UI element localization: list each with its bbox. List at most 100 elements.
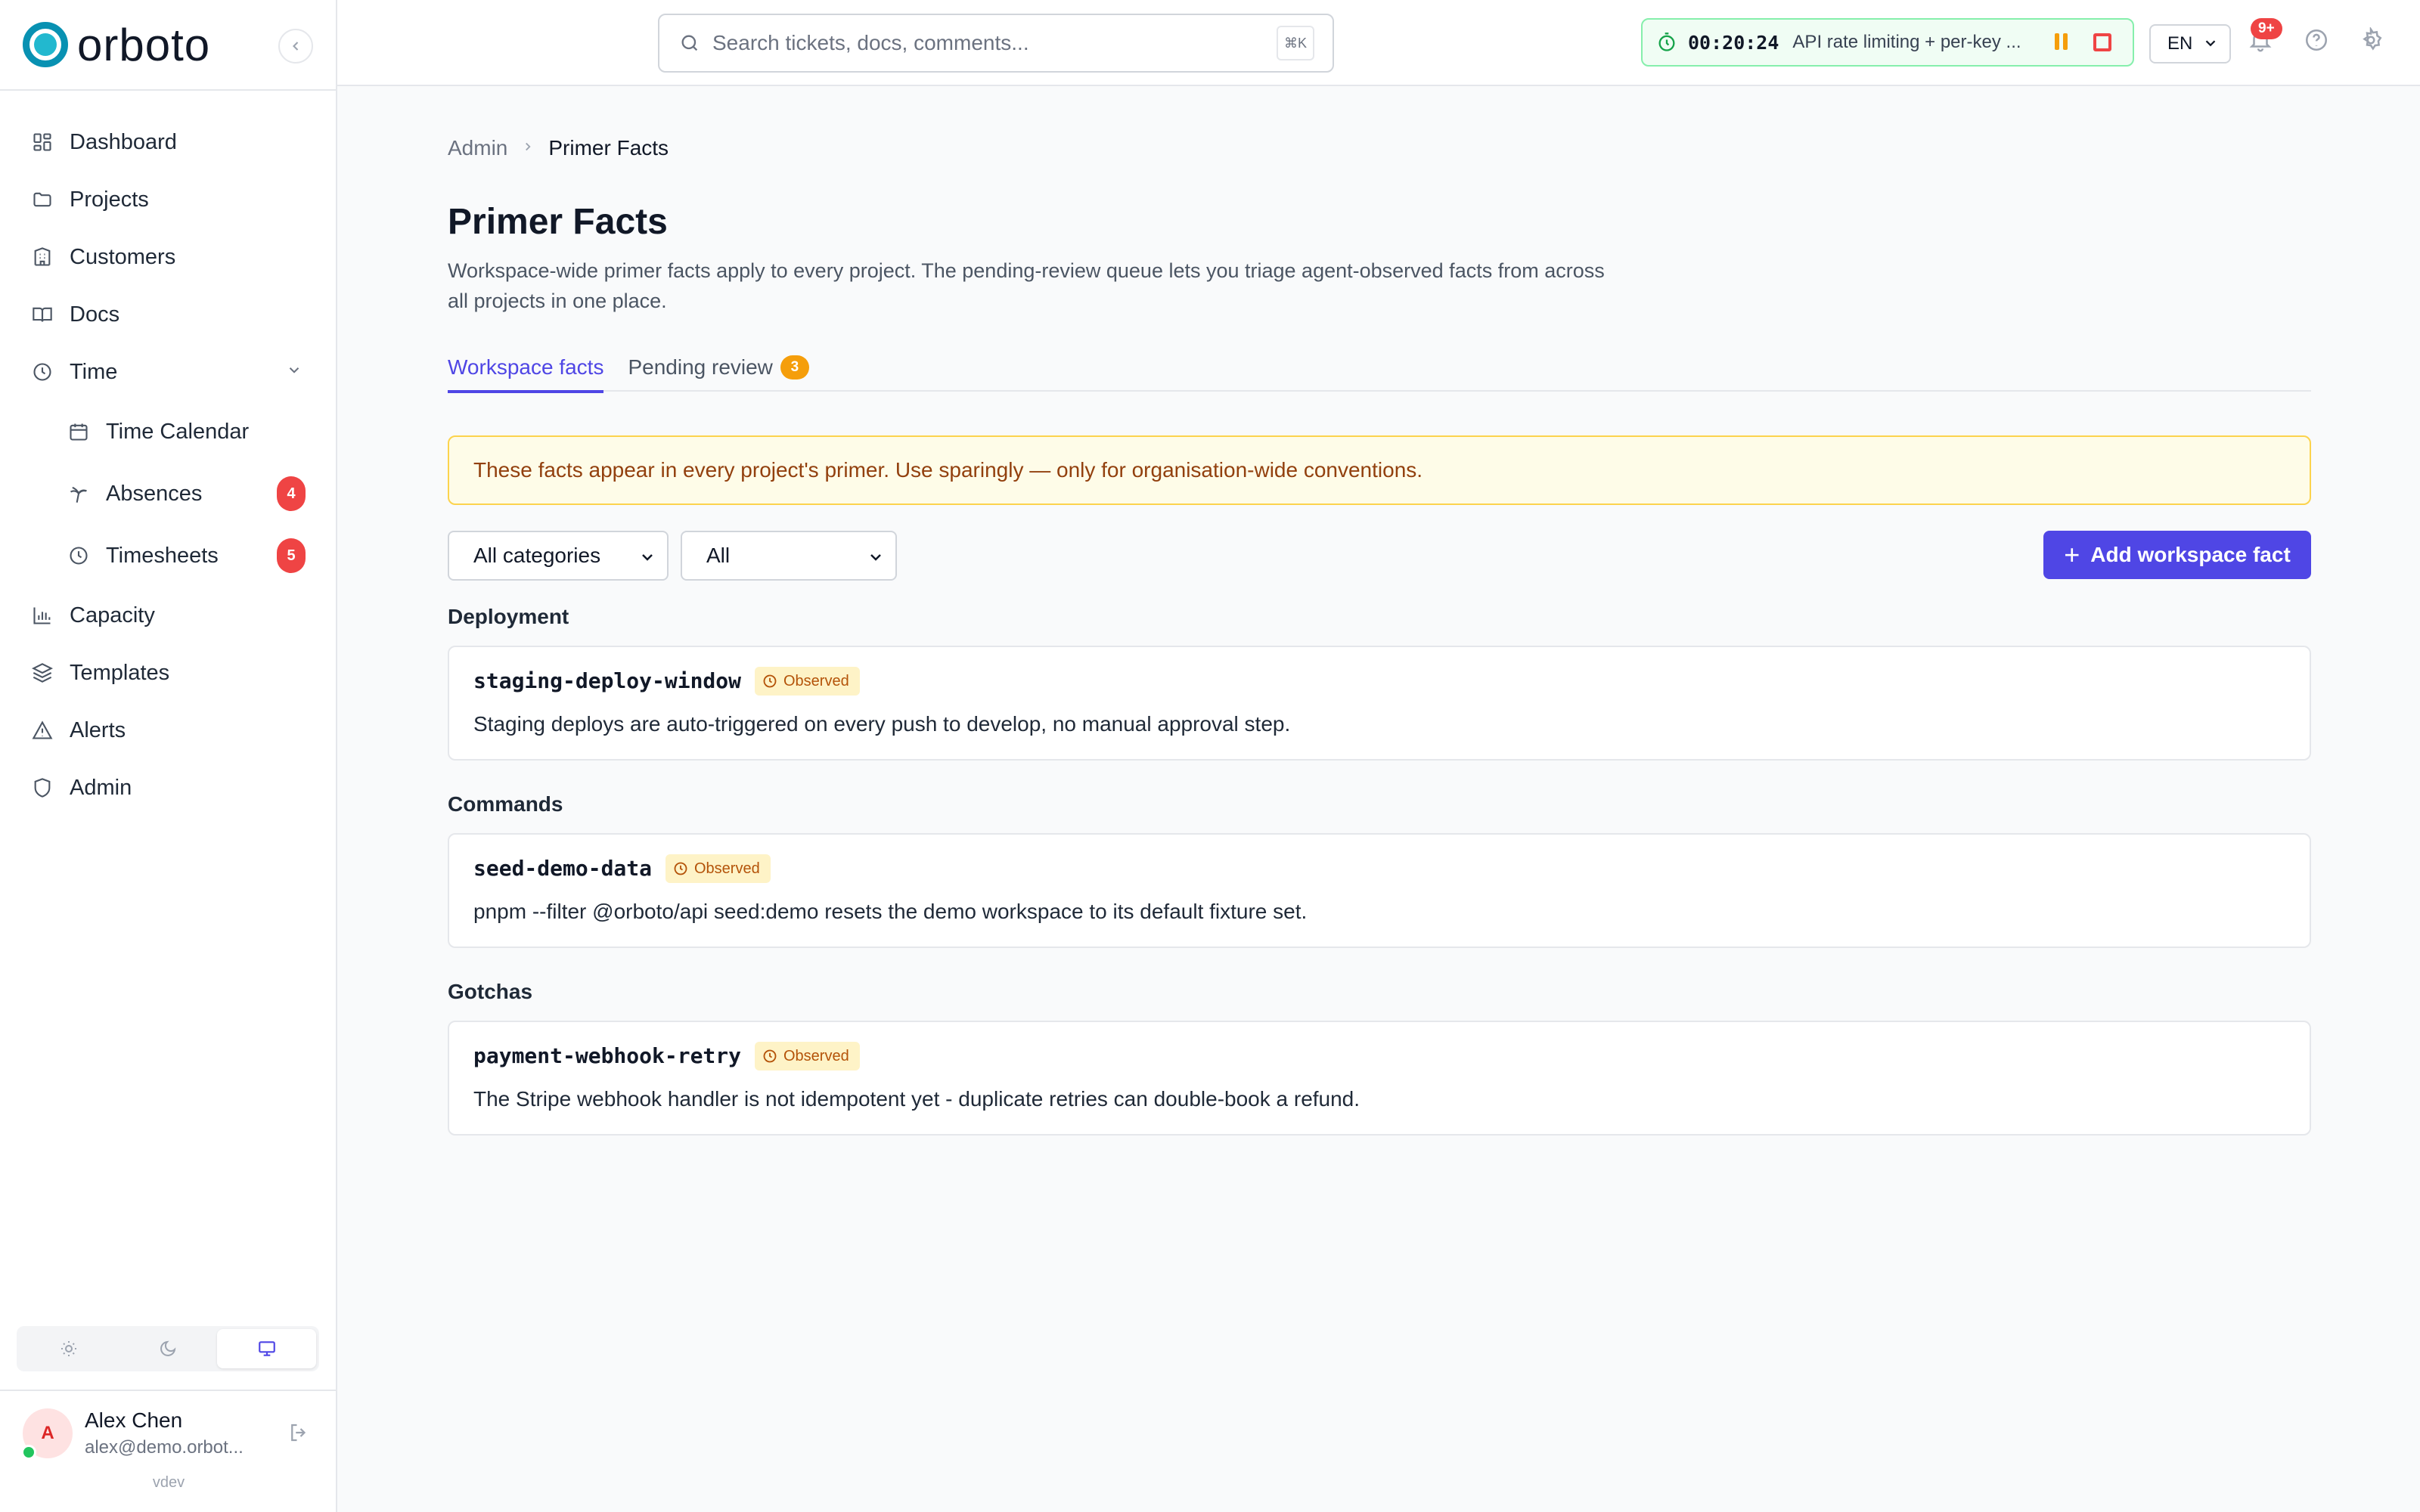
- theme-dark-button[interactable]: [119, 1329, 218, 1368]
- clock-icon: [30, 360, 54, 384]
- app-version: vdev: [152, 1474, 185, 1491]
- fact-key: payment-webhook-retry: [473, 1043, 742, 1068]
- building-icon: [30, 245, 54, 269]
- fact-card[interactable]: payment-webhook-retry Observed The Strip…: [448, 1021, 2311, 1136]
- sidebar-item-customers[interactable]: Customers: [0, 228, 336, 286]
- absences-count-badge: 4: [277, 476, 306, 511]
- clock-icon: [762, 1049, 777, 1064]
- sidebar-item-label: Dashboard: [70, 129, 177, 154]
- breadcrumb-admin-link[interactable]: Admin: [448, 136, 507, 160]
- stop-timer-button[interactable]: [2093, 33, 2111, 51]
- logo-text: orboto: [77, 19, 211, 70]
- theme-light-button[interactable]: [20, 1329, 119, 1368]
- sidebar-item-label: Alerts: [70, 717, 126, 742]
- monitor-icon: [258, 1341, 275, 1356]
- search-placeholder: Search tickets, docs, comments...: [712, 31, 1029, 54]
- status-label: Observed: [783, 672, 849, 689]
- timer-task: API rate limiting + per-key ...: [1792, 32, 2021, 52]
- calendar-icon: [67, 420, 91, 444]
- notifications-badge: 9+: [2251, 18, 2282, 39]
- sidebar-item-capacity[interactable]: Capacity: [0, 587, 336, 644]
- moon-icon: [160, 1340, 176, 1356]
- add-workspace-fact-button[interactable]: + Add workspace fact: [2043, 531, 2311, 579]
- avatar-initial: A: [41, 1423, 54, 1443]
- breadcrumb: Admin Primer Facts: [448, 136, 669, 160]
- sidebar-item-label: Admin: [70, 775, 132, 800]
- sidebar-item-docs[interactable]: Docs: [0, 286, 336, 343]
- status-filter-select[interactable]: All: [681, 531, 897, 581]
- sidebar-item-label: Time Calendar: [106, 419, 250, 444]
- status-label: Observed: [783, 1047, 849, 1064]
- fact-key: staging-deploy-window: [473, 668, 742, 693]
- user-profile: A Alex Chen alex@demo.orbot...: [21, 1405, 318, 1462]
- fact-text: The Stripe webhook handler is not idempo…: [473, 1087, 1360, 1111]
- folder-icon: [30, 187, 54, 212]
- search-shortcut: ⌘K: [1277, 26, 1314, 60]
- tab-label: Workspace facts: [448, 355, 604, 379]
- fact-key: seed-demo-data: [473, 856, 653, 881]
- sidebar-item-dashboard[interactable]: Dashboard: [0, 113, 336, 171]
- add-button-label: Add workspace fact: [2090, 543, 2291, 566]
- sun-icon: [61, 1341, 77, 1356]
- book-icon: [30, 302, 54, 327]
- logout-button[interactable]: [287, 1421, 310, 1448]
- sidebar-item-time-calendar[interactable]: Time Calendar: [0, 401, 336, 463]
- sidebar-item-label: Timesheets: [106, 543, 219, 568]
- sidebar-item-admin[interactable]: Admin: [0, 759, 336, 816]
- tab-workspace-facts[interactable]: Workspace facts: [448, 343, 604, 393]
- logout-icon: [291, 1424, 306, 1442]
- clock-icon: [673, 861, 688, 876]
- chevron-down-icon: [286, 360, 302, 385]
- filters: All categories All: [448, 531, 897, 581]
- chevron-down-icon: [2202, 35, 2219, 57]
- sidebar-item-projects[interactable]: Projects: [0, 171, 336, 228]
- breadcrumb-current: Primer Facts: [548, 136, 669, 160]
- shield-icon: [30, 776, 54, 800]
- dashboard-icon: [30, 130, 54, 154]
- status-badge: Observed: [666, 854, 771, 883]
- category-filter-select[interactable]: All categories: [448, 531, 669, 581]
- timesheets-count-badge: 5: [277, 538, 306, 573]
- group-title-gotchas: Gotchas: [448, 980, 533, 1003]
- collapse-sidebar-button[interactable]: [278, 29, 313, 64]
- search-input[interactable]: Search tickets, docs, comments... ⌘K: [658, 14, 1334, 73]
- sidebar-item-label: Customers: [70, 244, 176, 269]
- sidebar-item-label: Templates: [70, 660, 170, 685]
- sidebar-item-time[interactable]: Time: [0, 343, 336, 401]
- page-title: Primer Facts: [448, 202, 668, 242]
- sidebar-item-timesheets[interactable]: Timesheets 5: [0, 525, 336, 587]
- online-status-dot: [21, 1445, 36, 1460]
- chevron-down-icon: [638, 547, 656, 572]
- pending-review-count-badge: 3: [780, 355, 809, 380]
- help-icon: [2305, 29, 2328, 51]
- fact-card[interactable]: staging-deploy-window Observed Staging d…: [448, 646, 2311, 761]
- tab-pending-review[interactable]: Pending review 3: [628, 343, 809, 392]
- chevron-down-icon: [867, 547, 885, 572]
- page-description: Workspace-wide primer facts apply to eve…: [448, 259, 1605, 312]
- help-button[interactable]: [2304, 27, 2329, 57]
- tab-label: Pending review: [628, 355, 773, 379]
- language-select[interactable]: EN: [2149, 24, 2231, 64]
- fact-text: Staging deploys are auto-triggered on ev…: [473, 712, 1291, 736]
- theme-system-button[interactable]: [217, 1329, 317, 1368]
- group-title-deployment: Deployment: [448, 605, 569, 628]
- fact-text: pnpm --filter @orboto/api seed:demo rese…: [473, 900, 1308, 923]
- status-label: Observed: [694, 860, 760, 877]
- fact-card[interactable]: seed-demo-data Observed pnpm --filter @o…: [448, 833, 2311, 948]
- sidebar-item-templates[interactable]: Templates: [0, 644, 336, 702]
- theme-switcher: [17, 1326, 319, 1371]
- pause-timer-button[interactable]: [2055, 33, 2068, 50]
- layers-icon: [30, 661, 54, 685]
- clock-icon: [762, 674, 777, 689]
- sidebar-nav: Dashboard Projects Customers Docs Time T…: [0, 91, 336, 816]
- chevron-left-icon: [293, 42, 299, 51]
- sidebar-item-absences[interactable]: Absences 4: [0, 463, 336, 525]
- settings-button[interactable]: [2358, 26, 2384, 57]
- sidebar-item-alerts[interactable]: Alerts: [0, 702, 336, 759]
- sidebar-divider: [0, 1390, 337, 1391]
- search-icon: [679, 33, 700, 54]
- logo-mark: [23, 22, 68, 67]
- avatar[interactable]: A: [21, 1408, 73, 1460]
- active-timer[interactable]: 00:20:24 API rate limiting + per-key ...: [1641, 18, 2134, 67]
- sidebar: orboto Dashboard Projects Customers Docs…: [0, 0, 337, 1512]
